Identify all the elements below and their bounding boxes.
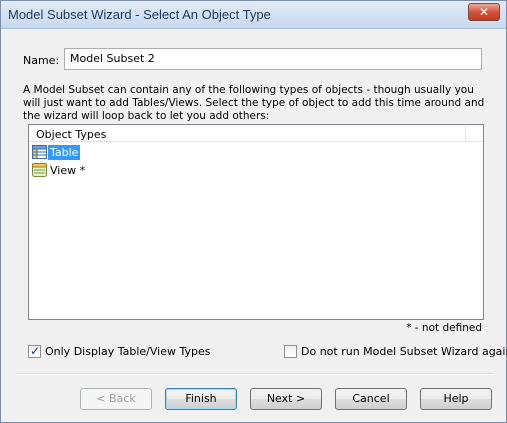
- checkbox-label: Only Display Table/View Types: [45, 345, 211, 358]
- view-icon: [32, 163, 47, 177]
- list-item-label: View *: [50, 164, 86, 177]
- button-separator: [16, 373, 494, 375]
- list-item-label: Table: [48, 145, 81, 160]
- name-label: Name:: [23, 54, 60, 67]
- checkbox-label: Do not run Model Subset Wizard again: [301, 345, 507, 358]
- name-input[interactable]: Model Subset 2: [64, 48, 482, 70]
- checkmark-icon: ✓: [30, 344, 41, 358]
- close-icon: ✕: [478, 5, 490, 19]
- help-button[interactable]: Help: [420, 388, 492, 410]
- next-button[interactable]: Next >: [250, 388, 322, 410]
- checkbox-box[interactable]: ✓: [28, 344, 41, 358]
- column-separator[interactable]: [465, 126, 466, 141]
- back-button[interactable]: < Back: [80, 388, 152, 410]
- description-text: A Model Subset can contain any of the fo…: [23, 84, 485, 122]
- close-button[interactable]: ✕: [468, 3, 500, 21]
- cancel-button[interactable]: Cancel: [335, 388, 407, 410]
- list-header[interactable]: Object Types: [29, 125, 483, 142]
- checkbox-box[interactable]: [284, 345, 297, 358]
- footnote: * - not defined: [406, 322, 482, 334]
- window-title: Model Subset Wizard - Select An Object T…: [8, 7, 271, 22]
- table-icon: [32, 145, 47, 159]
- object-types-list[interactable]: Object Types Table View *: [28, 124, 484, 320]
- wizard-dialog: Model Subset Wizard - Select An Object T…: [0, 0, 507, 423]
- column-header-object-types: Object Types: [36, 128, 107, 141]
- finish-button[interactable]: Finish: [165, 388, 237, 410]
- title-bar[interactable]: Model Subset Wizard - Select An Object T…: [1, 1, 506, 29]
